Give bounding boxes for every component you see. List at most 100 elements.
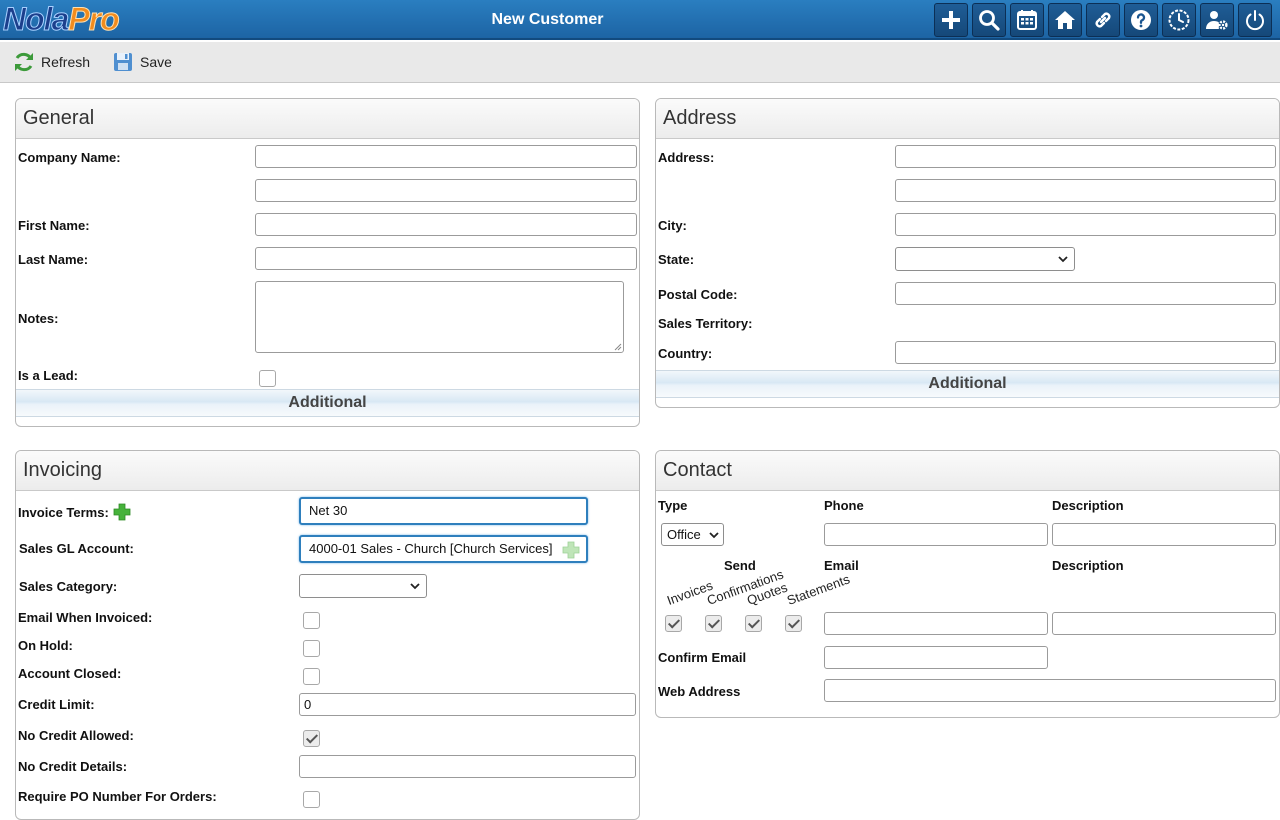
invoicing-panel: Invoicing Invoice Terms: Net 30 Sales GL…: [15, 450, 640, 820]
credit-limit-input[interactable]: 0: [299, 693, 636, 716]
search-icon: [979, 10, 1000, 31]
address-line1-input[interactable]: [895, 145, 1276, 168]
send-statements-label: Statements: [784, 571, 852, 608]
no-credit-allowed-label: No Credit Allowed:: [18, 728, 134, 743]
last-name-input[interactable]: [255, 247, 637, 270]
phone-description-input[interactable]: [1052, 523, 1276, 546]
state-select[interactable]: [895, 247, 1075, 271]
action-toolbar: Refresh Save: [0, 42, 1280, 83]
account-closed-label: Account Closed:: [18, 666, 122, 681]
country-label: Country:: [658, 346, 713, 361]
resize-handle-icon[interactable]: [614, 343, 622, 351]
state-label: State:: [658, 252, 695, 267]
help-icon: [1131, 10, 1151, 30]
invoicing-title: Invoicing: [16, 451, 639, 491]
save-icon: [114, 53, 132, 71]
send-confirmations-checkbox[interactable]: [705, 615, 722, 632]
require-po-label: Require PO Number For Orders:: [18, 789, 217, 804]
calendar-icon: [1017, 10, 1037, 30]
chevron-down-icon: [1058, 256, 1068, 263]
add-terms-icon[interactable]: [113, 503, 131, 521]
address-label: Address:: [658, 150, 715, 165]
sales-category-label: Sales Category:: [19, 579, 118, 594]
send-statements-checkbox[interactable]: [785, 615, 802, 632]
is-lead-label: Is a Lead:: [18, 368, 78, 383]
invoice-terms-label: Invoice Terms:: [18, 505, 109, 520]
refresh-button[interactable]: Refresh: [12, 50, 90, 74]
confirm-email-label: Confirm Email: [658, 650, 747, 665]
address-title: Address: [656, 99, 1279, 139]
links-button[interactable]: [1086, 3, 1120, 37]
sales-gl-account-input[interactable]: 4000-01 Sales - Church [Church Services]: [299, 535, 588, 563]
contact-title: Contact: [656, 451, 1279, 491]
top-bar: NolaPro New Customer: [0, 0, 1280, 40]
search-button[interactable]: [972, 3, 1006, 37]
help-button[interactable]: [1124, 3, 1158, 37]
web-address-input[interactable]: [824, 679, 1276, 702]
contact-type-value: Office: [667, 527, 701, 542]
invoice-terms-input[interactable]: Net 30: [299, 497, 588, 525]
company-name-line2-input[interactable]: [255, 179, 637, 202]
general-panel: General Company Name: First Name: Last N…: [15, 98, 640, 427]
phone-input[interactable]: [824, 523, 1048, 546]
power-icon: [1246, 10, 1264, 31]
timeclock-button[interactable]: [1162, 3, 1196, 37]
email-when-invoiced-checkbox[interactable]: [303, 612, 320, 629]
is-lead-checkbox[interactable]: [259, 370, 276, 387]
send-invoices-checkbox[interactable]: [665, 615, 682, 632]
confirm-email-input[interactable]: [824, 646, 1048, 669]
address-additional-toggle[interactable]: Additional: [656, 370, 1279, 398]
first-name-label: First Name:: [18, 218, 90, 233]
email-input[interactable]: [824, 612, 1048, 635]
email-description-input[interactable]: [1052, 612, 1276, 635]
chevron-down-icon: [709, 532, 719, 539]
email-when-invoiced-label: Email When Invoiced:: [18, 610, 153, 625]
type-column-header: Type: [658, 498, 688, 513]
sales-gl-account-value: 4000-01 Sales - Church [Church Services]: [309, 541, 553, 556]
no-credit-allowed-checkbox[interactable]: [303, 730, 320, 747]
send-column-header: Send: [724, 558, 756, 573]
calendar-button[interactable]: [1010, 3, 1044, 37]
postal-code-label: Postal Code:: [658, 287, 738, 302]
refresh-icon: [15, 52, 33, 72]
send-quotes-checkbox[interactable]: [745, 615, 762, 632]
plus-icon: [942, 11, 960, 29]
notes-label: Notes:: [18, 311, 59, 326]
sales-category-select[interactable]: [299, 574, 427, 598]
notes-textarea[interactable]: [255, 281, 624, 353]
chevron-down-icon: [410, 583, 420, 590]
refresh-label: Refresh: [41, 54, 91, 70]
company-name-input[interactable]: [255, 145, 637, 168]
general-title: General: [16, 99, 639, 139]
phone-column-header: Phone: [824, 498, 864, 513]
address-panel: Address Address: City: State: Postal Cod…: [655, 98, 1280, 408]
no-credit-details-input[interactable]: [299, 755, 636, 778]
email-column-header: Email: [824, 558, 859, 573]
address-line2-input[interactable]: [895, 179, 1276, 202]
account-closed-checkbox[interactable]: [303, 668, 320, 685]
save-label: Save: [140, 54, 172, 70]
phone-description-column-header: Description: [1052, 498, 1124, 513]
user-settings-button[interactable]: [1200, 3, 1234, 37]
save-button[interactable]: Save: [111, 50, 172, 74]
country-input[interactable]: [895, 341, 1276, 364]
new-button[interactable]: [934, 3, 968, 37]
home-button[interactable]: [1048, 3, 1082, 37]
contact-panel: Contact Type Phone Description Office Se…: [655, 450, 1280, 718]
postal-code-input[interactable]: [895, 282, 1276, 305]
general-additional-toggle[interactable]: Additional: [16, 389, 639, 417]
on-hold-checkbox[interactable]: [303, 640, 320, 657]
home-icon: [1055, 11, 1075, 29]
clock-icon: [1168, 9, 1190, 31]
on-hold-label: On Hold:: [18, 638, 73, 653]
no-credit-details-label: No Credit Details:: [18, 759, 128, 774]
sales-territory-label: Sales Territory:: [658, 316, 753, 331]
add-gl-account-icon[interactable]: [562, 541, 580, 559]
city-input[interactable]: [895, 213, 1276, 236]
link-icon: [1095, 12, 1111, 28]
contact-type-select[interactable]: Office: [661, 523, 724, 546]
city-label: City:: [658, 218, 687, 233]
logout-button[interactable]: [1238, 3, 1272, 37]
first-name-input[interactable]: [255, 213, 637, 236]
page-title: New Customer: [491, 11, 604, 28]
